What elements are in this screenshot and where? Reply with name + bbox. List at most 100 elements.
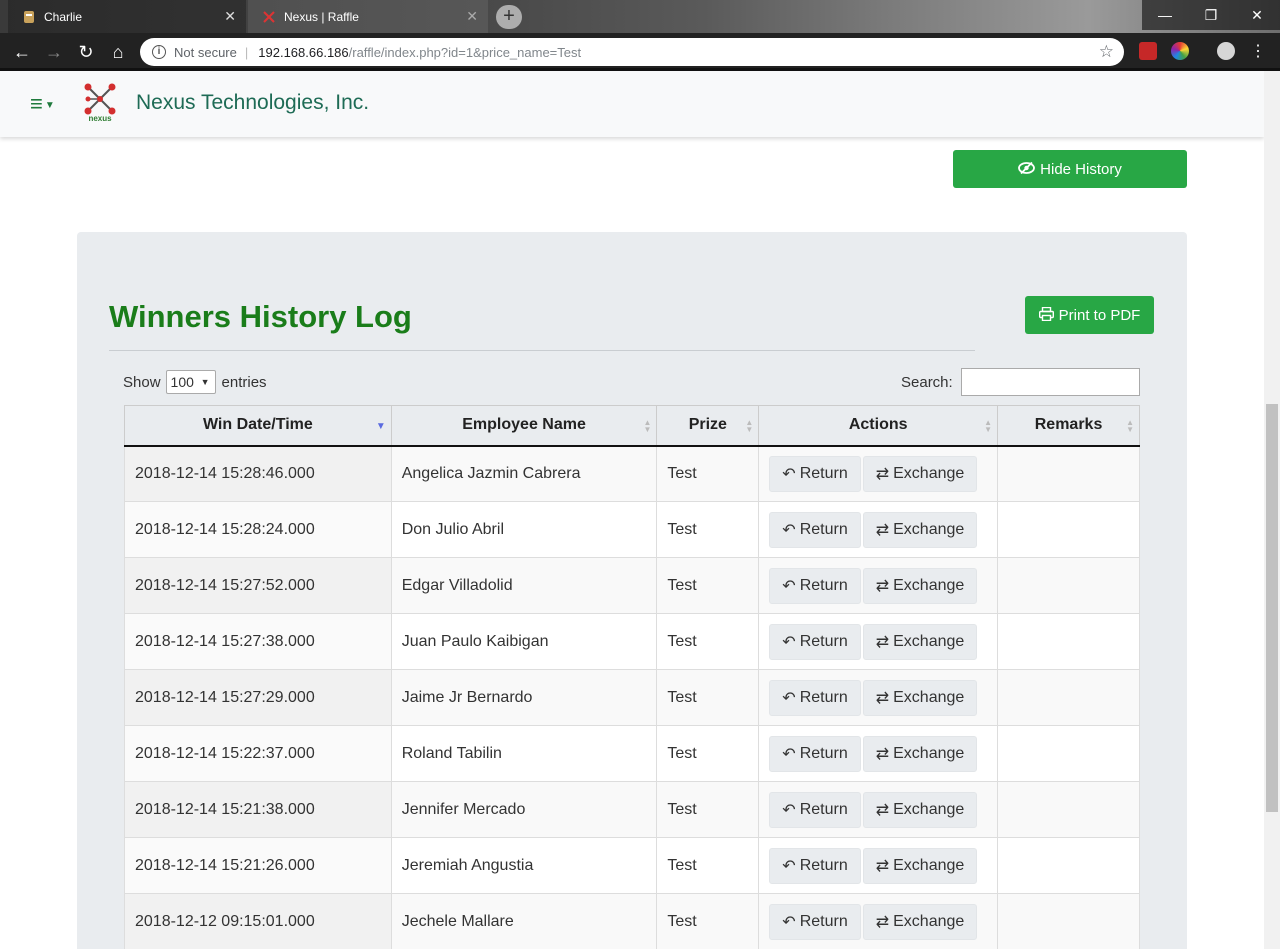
more-menu-icon[interactable]: ⋮ (1246, 40, 1270, 64)
cell-actions: ↶ Return ⇄ Exchange (758, 837, 999, 894)
hide-history-button[interactable]: Hide History (953, 150, 1187, 188)
browser-tab-strip: Charlie ✕ Nexus | Raffle ✕ + — ❐ ✕ (0, 0, 1280, 33)
cell-remarks (997, 557, 1140, 614)
hamburger-menu-icon[interactable]: ≡ ▼ (30, 91, 55, 117)
cell-actions: ↶ Return ⇄ Exchange (758, 557, 999, 614)
restore-window-icon[interactable]: ❐ (1188, 0, 1234, 30)
omnibox-divider: | (244, 44, 249, 60)
return-button[interactable]: ↶ Return (769, 623, 861, 660)
sort-icon: ▲ ▼ (1126, 418, 1134, 434)
reply-arrow-icon: ↶ (782, 633, 796, 651)
cell-employee-name: Angelica Jazmin Cabrera (390, 445, 658, 502)
column-header-remarks[interactable]: Remarks ▲ ▼ (997, 405, 1140, 447)
close-tab-icon[interactable]: ✕ (224, 8, 236, 24)
cell-employee-name: Jeremiah Angustia (390, 837, 658, 894)
charlie-favicon-icon (22, 10, 36, 24)
return-button[interactable]: ↶ Return (769, 847, 861, 884)
cell-prize: Test (656, 669, 760, 726)
exchange-arrows-icon: ⇄ (875, 689, 890, 707)
cell-prize: Test (656, 725, 760, 782)
reply-arrow-icon: ↶ (782, 689, 796, 707)
forward-arrow-icon[interactable]: → (42, 40, 66, 64)
exchange-arrows-icon: ⇄ (875, 857, 890, 875)
exchange-label: Exchange (893, 856, 965, 874)
scrollbar-thumb[interactable] (1266, 404, 1278, 812)
exchange-button[interactable]: ⇄ Exchange (862, 567, 978, 604)
table-row: 2018-12-14 15:27:52.000 Edgar Villadolid T… (124, 557, 1140, 614)
printer-icon (1038, 306, 1054, 324)
search-input[interactable] (960, 368, 1140, 396)
return-button[interactable]: ↶ Return (769, 455, 861, 492)
column-header-win-datetime[interactable]: Win Date/Time ▼ (124, 405, 392, 447)
return-button[interactable]: ↶ Return (769, 679, 861, 716)
exchange-button[interactable]: ⇄ Exchange (862, 735, 978, 772)
return-button[interactable]: ↶ Return (769, 903, 861, 940)
cell-employee-name: Don Julio Abril (390, 501, 658, 558)
entries-select[interactable]: 100 ▼ (165, 370, 216, 394)
winners-history-card: Winners History Log Print to PDF Show 10… (77, 232, 1187, 949)
home-icon[interactable]: ⌂ (106, 40, 130, 64)
tab-title: Nexus | Raffle (284, 9, 359, 24)
cell-prize: Test (656, 445, 760, 502)
entries-label: entries (221, 373, 267, 391)
profile-avatar[interactable] (1217, 42, 1235, 60)
table-row: 2018-12-14 15:21:26.000 Jeremiah Angustia… (124, 837, 1140, 894)
url-host: 192.168.66.186 (258, 44, 349, 60)
cell-prize: Test (656, 781, 760, 838)
nexus-logo: nexus (82, 83, 118, 125)
brand-name[interactable]: Nexus Technologies, Inc. (136, 91, 369, 115)
cell-prize: Test (656, 557, 760, 614)
return-label: Return (799, 800, 848, 818)
cell-win-datetime: 2018-12-14 15:21:38.000 (124, 781, 392, 838)
address-bar[interactable]: i Not secure | 192.168.66.186 /raffle/in… (140, 38, 1124, 66)
bookmark-star-icon[interactable]: ☆ (1099, 42, 1114, 62)
entries-length-control: Show 100 ▼ entries (123, 370, 267, 394)
security-label: Not secure (174, 44, 237, 60)
exchange-button[interactable]: ⇄ Exchange (862, 679, 978, 716)
back-arrow-icon[interactable]: ← (10, 40, 34, 64)
column-header-actions[interactable]: Actions ▲ ▼ (758, 405, 999, 447)
browser-tab-nexus-raffle[interactable]: Nexus | Raffle ✕ (248, 0, 488, 33)
new-tab-button[interactable]: + (496, 5, 522, 29)
cell-actions: ↶ Return ⇄ Exchange (758, 893, 999, 949)
exchange-button[interactable]: ⇄ Exchange (862, 455, 978, 492)
column-header-prize[interactable]: Prize ▲ ▼ (656, 405, 760, 447)
return-label: Return (799, 912, 848, 930)
exchange-button[interactable]: ⇄ Exchange (862, 511, 978, 548)
cell-actions: ↶ Return ⇄ Exchange (758, 613, 999, 670)
table-row: 2018-12-14 15:27:29.000 Jaime Jr Bernardo… (124, 669, 1140, 726)
info-icon[interactable]: i (152, 45, 166, 59)
exchange-button[interactable]: ⇄ Exchange (862, 791, 978, 828)
cell-win-datetime: 2018-12-14 15:22:37.000 (124, 725, 392, 782)
browser-tab-charlie[interactable]: Charlie ✕ (8, 0, 246, 33)
eye-slash-icon (1018, 161, 1036, 177)
exchange-arrows-icon: ⇄ (875, 633, 890, 651)
exchange-arrows-icon: ⇄ (875, 745, 890, 763)
column-header-employee-name[interactable]: Employee Name ▲ ▼ (390, 405, 658, 447)
reply-arrow-icon: ↶ (782, 857, 796, 875)
print-to-pdf-button[interactable]: Print to PDF (1025, 296, 1154, 334)
color-extension-icon[interactable] (1171, 42, 1189, 60)
exchange-button[interactable]: ⇄ Exchange (862, 623, 978, 660)
return-button[interactable]: ↶ Return (769, 567, 861, 604)
return-label: Return (799, 576, 848, 594)
minimize-window-icon[interactable]: — (1142, 0, 1188, 30)
exchange-label: Exchange (893, 632, 965, 650)
exchange-label: Exchange (893, 688, 965, 706)
sort-icon: ▲ ▼ (643, 418, 652, 434)
return-button[interactable]: ↶ Return (769, 791, 861, 828)
reply-arrow-icon: ↶ (782, 521, 796, 539)
return-button[interactable]: ↶ Return (769, 511, 861, 548)
page-scrollbar[interactable] (1264, 71, 1280, 949)
exchange-button[interactable]: ⇄ Exchange (862, 847, 978, 884)
table-row: 2018-12-14 15:28:24.000 Don Julio Abril Te… (124, 501, 1140, 558)
close-window-icon[interactable]: ✕ (1234, 0, 1280, 30)
exchange-button[interactable]: ⇄ Exchange (862, 903, 978, 940)
shield-extension-icon[interactable] (1139, 42, 1157, 60)
reload-icon[interactable]: ↻ (74, 40, 98, 64)
cell-remarks (997, 837, 1140, 894)
table-row: 2018-12-14 15:21:38.000 Jennifer Mercado T… (124, 781, 1140, 838)
table-row: 2018-12-14 15:27:38.000 Juan Paulo Kaibig… (124, 613, 1140, 670)
close-tab-icon[interactable]: ✕ (466, 8, 478, 24)
return-button[interactable]: ↶ Return (769, 735, 861, 772)
